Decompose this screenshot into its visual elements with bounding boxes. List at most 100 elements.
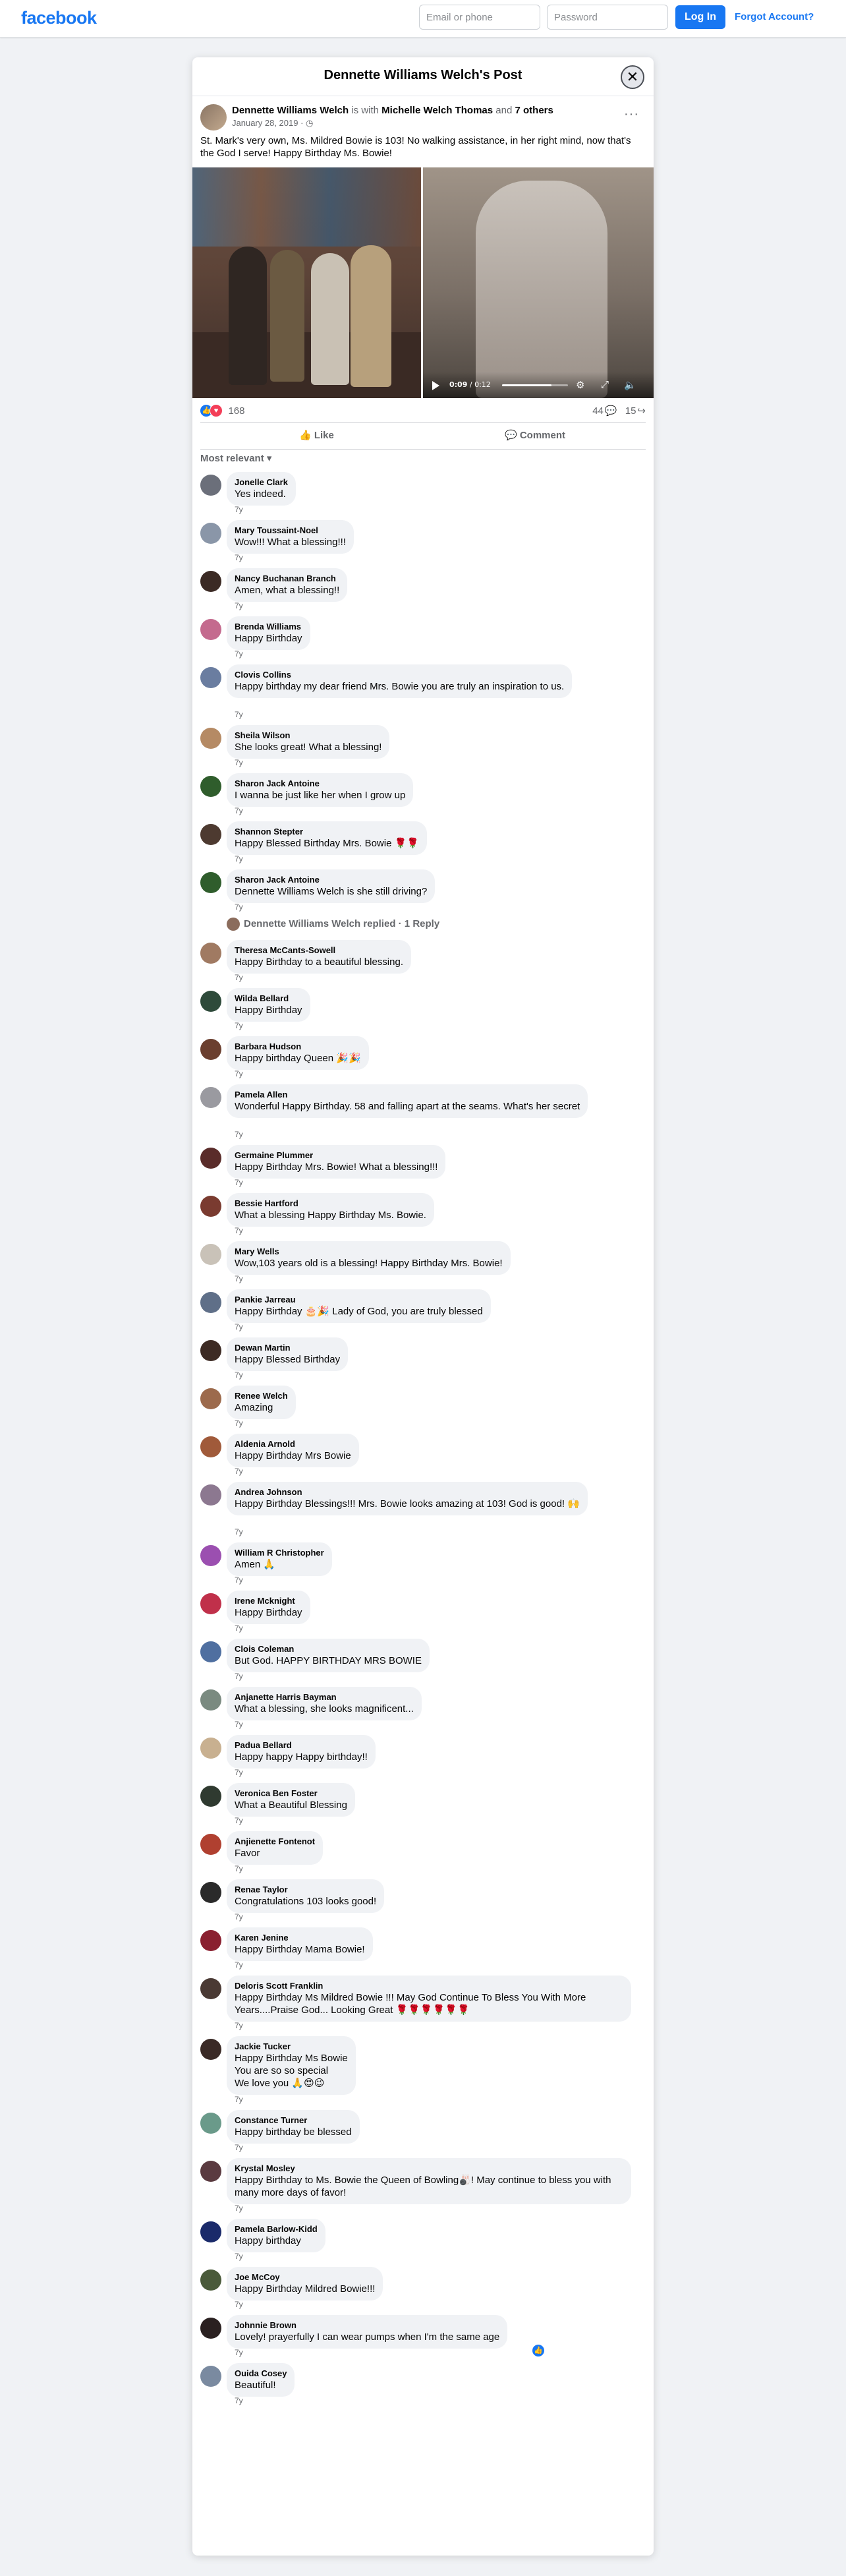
- comment-timestamp[interactable]: 7y: [235, 505, 243, 514]
- comment-author[interactable]: Barbara Hudson: [235, 1041, 361, 1052]
- avatar[interactable]: [200, 619, 221, 640]
- comment-author[interactable]: Aldenia Arnold: [235, 1439, 351, 1449]
- tagged-person[interactable]: Michelle Welch Thomas: [381, 105, 493, 116]
- facebook-logo[interactable]: facebook: [21, 8, 97, 28]
- comment-timestamp[interactable]: 7y: [235, 1527, 243, 1537]
- avatar[interactable]: [200, 1436, 221, 1457]
- comment-author[interactable]: Johnnie Brown: [235, 2320, 499, 2331]
- comment-timestamp[interactable]: 7y: [235, 1274, 243, 1283]
- avatar[interactable]: [200, 1484, 221, 1506]
- comment-timestamp[interactable]: 7y: [235, 2021, 243, 2030]
- sort-comments-dropdown[interactable]: Most relevant ▾: [192, 450, 654, 472]
- comment-author[interactable]: Renae Taylor: [235, 1885, 376, 1895]
- more-options-icon[interactable]: ···: [624, 107, 639, 122]
- avatar[interactable]: [200, 1292, 221, 1313]
- comment-author[interactable]: Shannon Stepter: [235, 827, 419, 837]
- settings-icon[interactable]: ⚙: [576, 379, 584, 391]
- avatar[interactable]: [200, 1545, 221, 1566]
- comment-author[interactable]: Jackie Tucker: [235, 2041, 348, 2052]
- comment-timestamp[interactable]: 7y: [235, 1370, 243, 1380]
- comment-author[interactable]: Ouida Cosey: [235, 2368, 287, 2379]
- comment-timestamp[interactable]: 7y: [235, 649, 243, 659]
- comment-author[interactable]: Pankie Jarreau: [235, 1295, 483, 1305]
- avatar[interactable]: [200, 1593, 221, 1614]
- comment-timestamp[interactable]: 7y: [235, 902, 243, 912]
- video-player[interactable]: 0:09 / 0:12 ⚙ ⤢ 🔈: [423, 167, 654, 398]
- comment-timestamp[interactable]: 7y: [235, 806, 243, 815]
- comment-author[interactable]: Mary Toussaint-Noel: [235, 525, 346, 536]
- comment-timestamp[interactable]: 7y: [235, 1467, 243, 1476]
- comment-author[interactable]: Sharon Jack Antoine: [235, 875, 427, 885]
- comment-timestamp[interactable]: 7y: [235, 1672, 243, 1681]
- comment-author[interactable]: Theresa McCants-Sowell: [235, 945, 403, 956]
- volume-icon[interactable]: 🔈: [624, 379, 636, 391]
- comment-author[interactable]: Pamela Allen: [235, 1090, 580, 1100]
- avatar[interactable]: [200, 104, 227, 131]
- comment-timestamp[interactable]: 7y: [235, 710, 243, 719]
- comment-author[interactable]: Brenda Williams: [235, 622, 302, 632]
- comment-timestamp[interactable]: 7y: [235, 2252, 243, 2261]
- comment-timestamp[interactable]: 7y: [235, 2348, 243, 2357]
- avatar[interactable]: [200, 1039, 221, 1060]
- comment-author[interactable]: Dewan Martin: [235, 1343, 340, 1353]
- comment-timestamp[interactable]: 7y: [235, 1624, 243, 1633]
- comment-timestamp[interactable]: 7y: [235, 1960, 243, 1970]
- share-count[interactable]: 15: [625, 405, 636, 417]
- comment-timestamp[interactable]: 7y: [235, 1322, 243, 1332]
- comment-author[interactable]: Mary Wells: [235, 1246, 503, 1257]
- avatar[interactable]: [200, 571, 221, 592]
- avatar[interactable]: [200, 667, 221, 688]
- comment-timestamp[interactable]: 7y: [235, 1912, 243, 1921]
- video-progress-bar[interactable]: [502, 384, 568, 386]
- comment-author[interactable]: Irene Mcknight: [235, 1596, 302, 1606]
- comment-author[interactable]: Joe McCoy: [235, 2272, 375, 2283]
- comment-author[interactable]: Clovis Collins: [235, 670, 564, 680]
- tagged-others[interactable]: 7 others: [515, 105, 553, 116]
- view-replies-link[interactable]: Dennette Williams Welch replied · 1 Repl…: [227, 918, 654, 940]
- avatar[interactable]: [200, 1978, 221, 1999]
- play-icon[interactable]: [432, 381, 439, 390]
- avatar[interactable]: [200, 776, 221, 797]
- comment-timestamp[interactable]: 7y: [235, 1768, 243, 1777]
- login-button[interactable]: Log In: [675, 5, 725, 29]
- comment-author[interactable]: Anjienette Fontenot: [235, 1836, 315, 1847]
- comment-author[interactable]: Sheila Wilson: [235, 730, 381, 741]
- comment-author[interactable]: Veronica Ben Foster: [235, 1788, 347, 1799]
- comment-author[interactable]: Krystal Mosley: [235, 2163, 623, 2174]
- comment-timestamp[interactable]: 7y: [235, 553, 243, 562]
- avatar[interactable]: [200, 2113, 221, 2134]
- comment-author[interactable]: Jonelle Clark: [235, 477, 288, 488]
- avatar[interactable]: [200, 1834, 221, 1855]
- comment-timestamp[interactable]: 7y: [235, 1021, 243, 1030]
- avatar[interactable]: [200, 943, 221, 964]
- fullscreen-icon[interactable]: ⤢: [601, 379, 609, 390]
- comment-author[interactable]: Andrea Johnson: [235, 1487, 580, 1498]
- avatar[interactable]: [200, 2366, 221, 2387]
- comment-author[interactable]: Wilda Bellard: [235, 993, 302, 1004]
- comment-timestamp[interactable]: 7y: [235, 1419, 243, 1428]
- post-media[interactable]: 0:09 / 0:12 ⚙ ⤢ 🔈: [192, 167, 654, 398]
- avatar[interactable]: [200, 475, 221, 496]
- comment-author[interactable]: Germaine Plummer: [235, 1150, 437, 1161]
- avatar[interactable]: [200, 1689, 221, 1711]
- comment-author[interactable]: Constance Turner: [235, 2115, 352, 2126]
- avatar[interactable]: [200, 2161, 221, 2182]
- avatar[interactable]: [200, 991, 221, 1012]
- comment-author[interactable]: Nancy Buchanan Branch: [235, 573, 339, 584]
- avatar[interactable]: [200, 728, 221, 749]
- post-date[interactable]: January 28, 2019 · ◷: [232, 118, 313, 129]
- avatar[interactable]: [200, 1148, 221, 1169]
- comment-author[interactable]: Karen Jenine: [235, 1933, 365, 1943]
- avatar[interactable]: [200, 1786, 221, 1807]
- comment-timestamp[interactable]: 7y: [235, 601, 243, 610]
- comment-timestamp[interactable]: 7y: [235, 1178, 243, 1187]
- comment-timestamp[interactable]: 7y: [235, 2204, 243, 2213]
- avatar[interactable]: [200, 2318, 221, 2339]
- comment-timestamp[interactable]: 7y: [235, 2095, 243, 2104]
- avatar[interactable]: [200, 1738, 221, 1759]
- comment-timestamp[interactable]: 7y: [235, 1864, 243, 1873]
- like-button[interactable]: 👍 Like: [299, 427, 334, 444]
- comment-timestamp[interactable]: 7y: [235, 1226, 243, 1235]
- reaction-summary[interactable]: 👍 ♥ 168: [200, 404, 244, 417]
- avatar[interactable]: [200, 523, 221, 544]
